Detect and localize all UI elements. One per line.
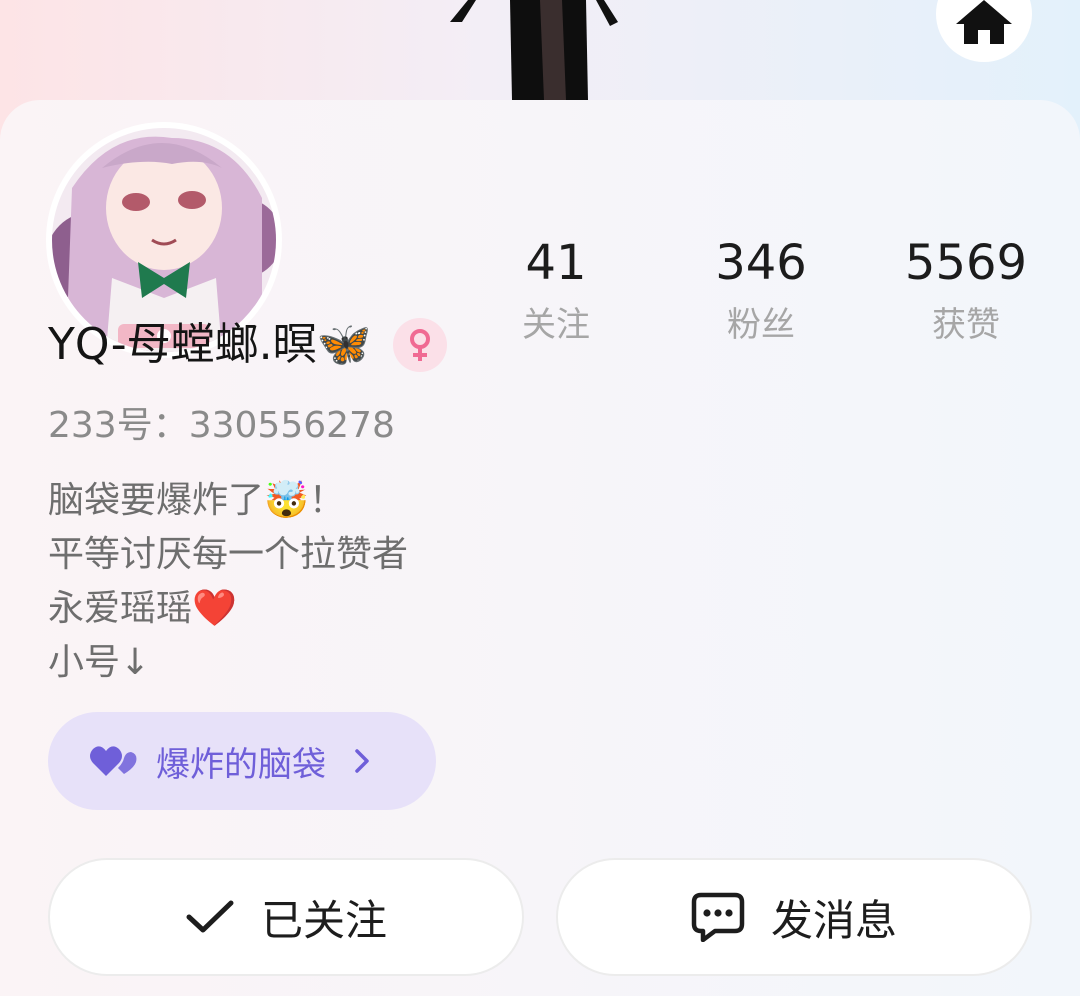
- user-name: YQ-母螳螂.暝🦋: [48, 319, 372, 370]
- follow-button[interactable]: 已关注: [48, 858, 524, 976]
- following-label: 关注: [522, 305, 590, 345]
- group-label: 爆炸的脑袋: [156, 744, 326, 785]
- likes-label: 获赞: [932, 305, 1000, 345]
- bio: 脑袋要爆炸了🤯！ 平等讨厌每一个拉赞者 永爱瑶瑶❤️ 小号↓: [48, 474, 408, 690]
- gender-female-icon: [393, 318, 448, 372]
- message-button[interactable]: 发消息: [556, 858, 1032, 976]
- bio-line: 脑袋要爆炸了🤯！: [48, 480, 345, 521]
- followers-count: 346: [715, 235, 807, 291]
- message-label: 发消息: [770, 895, 897, 945]
- check-icon: [186, 900, 234, 933]
- likes-stat[interactable]: 5569 获赞: [866, 233, 1066, 347]
- group-chip[interactable]: 爆炸的脑袋: [48, 712, 436, 810]
- bio-line: 小号↓: [48, 642, 151, 683]
- home-icon: [956, 0, 1012, 44]
- followers-stat[interactable]: 346 粉丝: [661, 233, 861, 347]
- follow-label: 已关注: [260, 895, 387, 945]
- chevron-right-icon: [355, 749, 369, 773]
- bio-line: 平等讨厌每一个拉赞者: [48, 534, 409, 575]
- following-stat[interactable]: 41 关注: [456, 233, 656, 347]
- name-row: YQ-母螳螂.暝🦋: [48, 315, 448, 375]
- following-count: 41: [525, 235, 587, 291]
- likes-count: 5569: [904, 235, 1028, 291]
- chat-bubble-icon: [691, 892, 745, 942]
- hearts-icon: [90, 746, 137, 776]
- followers-label: 粉丝: [727, 305, 795, 345]
- user-id: 233号：330556278: [48, 405, 395, 446]
- home-button[interactable]: [936, 0, 1032, 62]
- bio-line: 永爱瑶瑶❤️: [48, 588, 237, 629]
- banner-character-image: [440, 0, 630, 100]
